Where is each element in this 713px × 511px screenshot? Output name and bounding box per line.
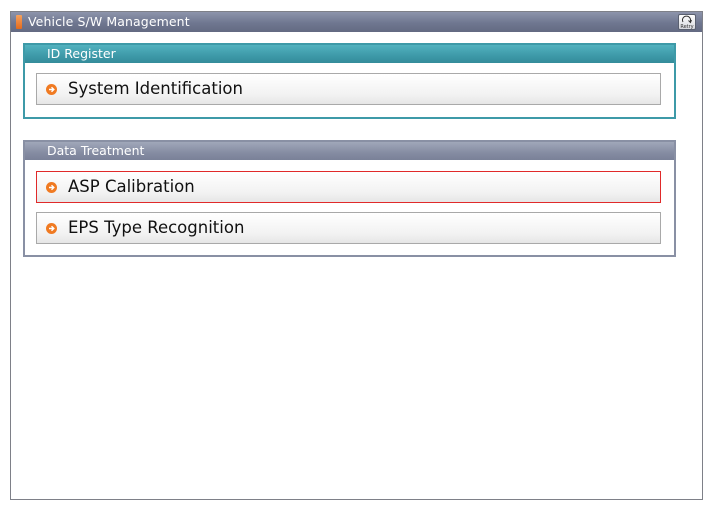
window-title: Vehicle S/W Management [28, 14, 190, 29]
title-bar: Vehicle S/W Management Retry [11, 12, 702, 32]
menu-item-label: System Identification [68, 79, 243, 98]
menu-item-label: EPS Type Recognition [68, 218, 245, 237]
menu-item-eps-type-recognition[interactable]: EPS Type Recognition [36, 212, 661, 244]
menu-item-label: ASP Calibration [68, 177, 195, 196]
orange-arrow-bullet-icon [46, 84, 57, 95]
orange-arrow-bullet-icon [46, 223, 57, 234]
title-marker-icon [16, 15, 22, 29]
retry-button[interactable]: Retry [678, 14, 696, 30]
panel-id-register: ID Register System Identification [23, 43, 676, 119]
panel-header-data-treatment: Data Treatment [25, 142, 674, 160]
menu-item-asp-calibration[interactable]: ASP Calibration [36, 171, 661, 203]
panel-header-id-register: ID Register [25, 45, 674, 63]
retry-label: Retry [680, 24, 694, 30]
panel-data-treatment: Data Treatment ASP Calibration EPS Type … [23, 140, 676, 257]
main-window: Vehicle S/W Management Retry ID Register… [10, 11, 703, 500]
orange-arrow-bullet-icon [46, 182, 57, 193]
menu-item-system-identification[interactable]: System Identification [36, 73, 661, 105]
